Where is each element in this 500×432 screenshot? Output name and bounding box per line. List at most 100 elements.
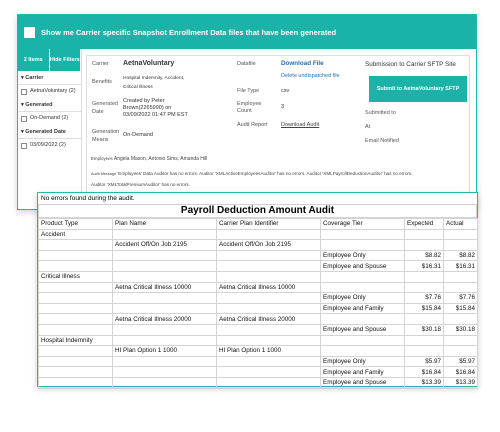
table-cell bbox=[404, 313, 444, 325]
table-cell: Employee Only bbox=[320, 355, 405, 368]
table-cell bbox=[38, 249, 113, 262]
table-row: Employee Only $7.76 $7.76 bbox=[38, 292, 478, 304]
generation-means-value: On-Demand bbox=[123, 132, 153, 138]
table-cell: Aetna Critical Illness 10000 bbox=[216, 281, 321, 294]
table-cell bbox=[216, 366, 321, 378]
table-cell: $13.39 bbox=[443, 376, 478, 389]
table-cell: $15.84 bbox=[443, 302, 478, 315]
table-cell bbox=[38, 323, 113, 336]
employees-value: Angela Mason, Antonio Sims, Amanda Hill bbox=[113, 156, 208, 162]
download-file-link[interactable]: Download File bbox=[281, 60, 324, 67]
table-row: Accident bbox=[38, 228, 478, 241]
table-cell bbox=[404, 345, 444, 357]
employee-count-label: Employee Count bbox=[237, 101, 262, 114]
filter-header-generated[interactable]: ▾ Generated bbox=[18, 98, 81, 112]
table-row: Employee and Spouse $30.18 $30.18 bbox=[38, 323, 478, 336]
table-cell bbox=[216, 323, 321, 336]
table-cell bbox=[443, 334, 478, 347]
table-cell bbox=[112, 302, 217, 315]
table-cell bbox=[112, 228, 217, 241]
table-row: Employee and Spouse $13.39 $13.39 bbox=[38, 376, 478, 389]
submit-sftp-button[interactable]: Submit to AetnaVoluntary SFTP bbox=[369, 76, 467, 102]
table-cell bbox=[443, 281, 478, 294]
table-cell: Employee and Spouse bbox=[320, 323, 405, 336]
screenshot-stage: Show me Carrier specific Snapshot Enroll… bbox=[0, 0, 500, 432]
filter-group-generated-date: ▾ Generated Date 03/09/2022 (2) bbox=[18, 125, 81, 152]
filter-group-carrier: ▾ Carrier AetnaVoluntary (2) bbox=[18, 71, 81, 98]
benefits-value: Hospital Indemnity, Accident, Critical I… bbox=[123, 76, 185, 90]
header-bar: Show me Carrier specific Snapshot Enroll… bbox=[18, 15, 476, 49]
audit-report-label: Audit Report bbox=[237, 122, 268, 128]
table-cell bbox=[320, 313, 405, 325]
checkbox[interactable] bbox=[21, 116, 27, 122]
table-cell: $30.18 bbox=[443, 323, 478, 336]
email-notified-label: Email Notified bbox=[365, 138, 399, 144]
table-cell: Employee and Family bbox=[320, 366, 405, 378]
filter-header-carrier[interactable]: ▾ Carrier bbox=[18, 71, 81, 85]
table-cell bbox=[216, 270, 321, 283]
hide-filters-button[interactable]: Hide Filters bbox=[49, 49, 81, 71]
table-cell bbox=[112, 323, 217, 336]
table-cell bbox=[320, 334, 405, 347]
filter-option[interactable]: AetnaVoluntary (2) bbox=[18, 85, 81, 98]
table-cell: $16.84 bbox=[443, 366, 478, 378]
table-row: HI Plan Option 1 1000 HI Plan Option 1 10… bbox=[38, 345, 478, 357]
table-cell: $13.39 bbox=[404, 376, 444, 389]
table-cell bbox=[112, 334, 217, 347]
table-cell bbox=[320, 270, 405, 283]
enrollment-files-window: Show me Carrier specific Snapshot Enroll… bbox=[17, 14, 477, 210]
table-cell bbox=[38, 376, 113, 389]
delete-file-link[interactable]: Delete undispatched file bbox=[281, 73, 340, 79]
filter-option-label: 03/09/2022 (2) bbox=[30, 142, 66, 148]
table-cell bbox=[38, 355, 113, 368]
table-cell bbox=[112, 376, 217, 389]
table-cell: Accident Off/On Job 2195 bbox=[216, 239, 321, 251]
items-count-button[interactable]: 2 Items bbox=[18, 49, 50, 71]
table-cell: $15.84 bbox=[404, 302, 444, 315]
table-cell: $8.82 bbox=[404, 249, 444, 262]
table-cell bbox=[404, 334, 444, 347]
filter-option[interactable]: 03/09/2022 (2) bbox=[18, 139, 81, 152]
table-cell bbox=[216, 334, 321, 347]
checkbox[interactable] bbox=[21, 143, 27, 149]
filter-option[interactable]: On-Demand (2) bbox=[18, 112, 81, 125]
filter-header-label: Generated Date bbox=[25, 129, 66, 135]
column-header: Expected bbox=[404, 218, 444, 230]
table-cell bbox=[443, 228, 478, 241]
table-cell bbox=[320, 345, 405, 357]
table-cell bbox=[216, 249, 321, 262]
generated-date-label: Generated Date bbox=[92, 101, 118, 115]
filter-header-generated-date[interactable]: ▾ Generated Date bbox=[18, 125, 81, 139]
carrier-label: Carrier bbox=[92, 61, 109, 67]
column-header: Coverage Tier bbox=[320, 218, 405, 230]
table-cell: Employee and Family bbox=[320, 302, 405, 315]
checkbox[interactable] bbox=[21, 89, 27, 95]
submission-title: Submission to Carrier SFTP Site bbox=[365, 61, 456, 68]
table-cell: $5.97 bbox=[404, 355, 444, 368]
table-cell bbox=[38, 345, 113, 357]
table-cell bbox=[38, 366, 113, 378]
table-cell bbox=[404, 270, 444, 283]
audit-table-title: Payroll Deduction Amount Audit bbox=[38, 205, 477, 218]
table-cell bbox=[112, 366, 217, 378]
table-row: Employee and Family $16.84 $16.84 bbox=[38, 366, 478, 378]
table-cell: $7.76 bbox=[404, 292, 444, 304]
table-cell bbox=[216, 260, 321, 272]
carrier-value: AetnaVoluntary bbox=[123, 60, 175, 67]
employee-count-value: 3 bbox=[281, 104, 285, 110]
generation-means-label: Generation Means bbox=[92, 129, 120, 143]
select-checkbox[interactable] bbox=[24, 26, 35, 38]
table-row: Critical Illness bbox=[38, 270, 478, 283]
benefits-label: Benefits bbox=[92, 79, 112, 85]
download-audit-link[interactable]: Download Audit bbox=[281, 122, 319, 128]
table-cell: $5.97 bbox=[443, 355, 478, 368]
table-cell bbox=[404, 228, 444, 241]
at-label: At bbox=[365, 124, 371, 130]
table-cell bbox=[38, 313, 113, 325]
table-row: Employee and Family $15.84 $15.84 bbox=[38, 302, 478, 315]
file-type-value: csv bbox=[281, 88, 290, 94]
table-cell bbox=[404, 239, 444, 251]
datafile-label: Datafile bbox=[237, 61, 256, 67]
table-cell bbox=[38, 281, 113, 294]
table-cell: Hospital Indemnity bbox=[38, 334, 113, 347]
